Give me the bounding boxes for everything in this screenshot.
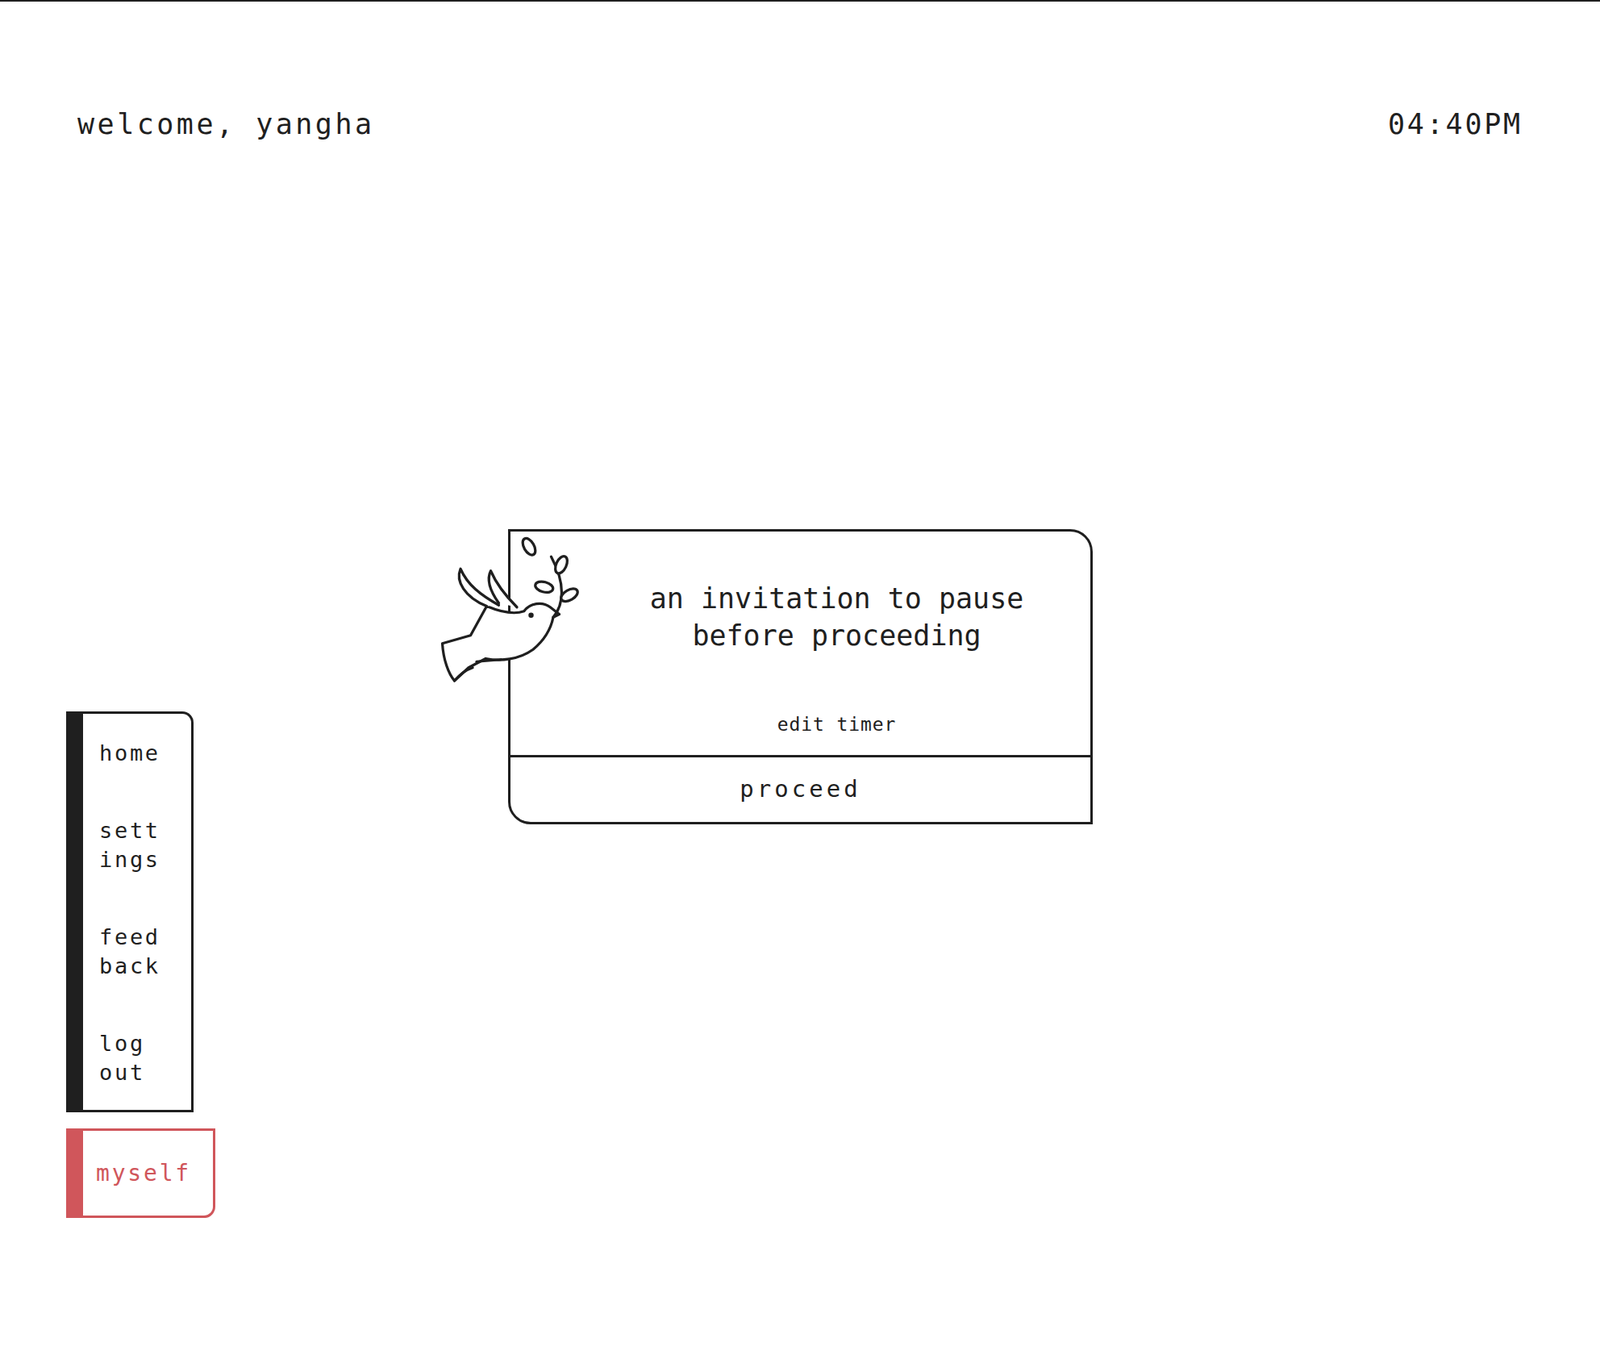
myself-label: myself bbox=[83, 1130, 213, 1216]
sidebar-item[interactable]: settings bbox=[99, 816, 161, 875]
proceed-button[interactable]: proceed bbox=[510, 754, 1091, 822]
sidebar-list: home settings feedback logout bbox=[83, 713, 164, 1110]
myself-button[interactable]: myself bbox=[66, 1128, 216, 1218]
greeting: welcome, yangha bbox=[77, 106, 375, 142]
dove-icon bbox=[440, 533, 582, 683]
left-column: home settings feedback logout myself bbox=[66, 711, 216, 1218]
main: home settings feedback logout myself an inv… bbox=[0, 142, 1600, 1218]
card-wrap: an invitation to pausebefore proceeding … bbox=[508, 529, 1093, 825]
sidebar-item-label: home bbox=[99, 738, 161, 768]
sidebar-item[interactable]: home bbox=[99, 738, 161, 768]
message-line: an invitation to pause bbox=[650, 579, 1025, 617]
sidebar-bar bbox=[66, 713, 84, 1110]
card-body: an invitation to pausebefore proceeding … bbox=[510, 531, 1091, 755]
myself-bar bbox=[66, 1130, 84, 1216]
pause-message: an invitation to pausebefore proceeding bbox=[650, 579, 1025, 655]
edit-timer-link[interactable]: edit timer bbox=[777, 711, 897, 738]
clock: 04:40PM bbox=[1387, 106, 1523, 142]
message-line: before proceeding bbox=[691, 616, 981, 655]
sidebar-item[interactable]: logout bbox=[99, 1029, 161, 1088]
sidebar-item[interactable]: feedback bbox=[99, 922, 161, 981]
sidebar-item-label: out bbox=[99, 1058, 161, 1088]
page: welcome, yangha 04:40PM home settings feed… bbox=[0, 0, 1600, 1347]
sidebar-item-label: feed bbox=[99, 922, 161, 952]
sidebar-item-label: ings bbox=[99, 845, 161, 875]
sidebar: home settings feedback logout bbox=[66, 711, 194, 1113]
sidebar-item-label: log bbox=[99, 1029, 161, 1059]
header: welcome, yangha 04:40PM bbox=[0, 1, 1600, 143]
sidebar-item-label: sett bbox=[99, 816, 161, 846]
pause-card: an invitation to pausebefore proceeding … bbox=[508, 529, 1093, 825]
sidebar-item-label: back bbox=[99, 951, 161, 981]
